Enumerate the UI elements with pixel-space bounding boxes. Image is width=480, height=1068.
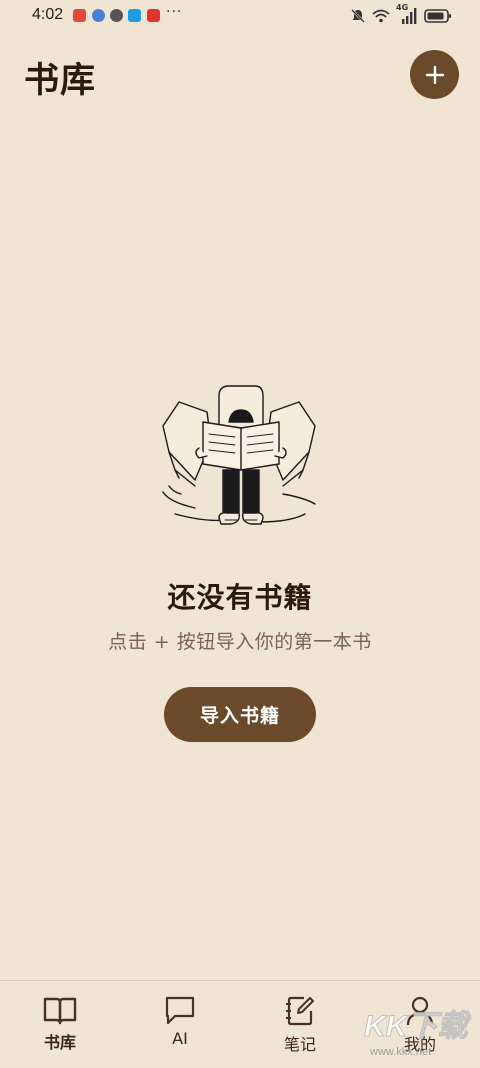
watermark-url: www.kkx.net: [370, 1046, 432, 1058]
status-time: 4:02: [32, 6, 64, 23]
more-notifications-icon: ···: [166, 4, 183, 20]
wifi-icon: [372, 9, 390, 23]
page-title: 书库: [24, 61, 97, 101]
add-book-button[interactable]: [410, 50, 459, 99]
plus-icon: [425, 65, 444, 84]
empty-state-title: 还没有书籍: [167, 581, 313, 614]
nav-label: 书库: [43, 1033, 76, 1052]
wechat-notification-icon: [110, 9, 123, 22]
status-bar: 4:02 ··· 4G: [0, 0, 480, 32]
nav-label: 笔记: [283, 1035, 316, 1054]
cellular-signal-icon: 4G: [396, 3, 418, 25]
search-app-notification-icon: [128, 9, 141, 22]
import-books-button[interactable]: 导入书籍: [164, 687, 316, 742]
nav-item-ai[interactable]: AI: [140, 995, 220, 1048]
chat-bubble-icon: [165, 996, 195, 1025]
watermark: KK下载 www.kkx.net: [364, 1010, 474, 1064]
book-open-icon: [43, 997, 77, 1025]
nav-label: AI: [172, 1029, 188, 1048]
battery-icon: [424, 9, 451, 23]
nav-item-library[interactable]: 书库: [20, 995, 100, 1053]
empty-state-subtitle: 点击 + 按钮导入你的第一本书: [108, 631, 372, 653]
app-notification-icon: [147, 9, 160, 22]
nav-item-notes[interactable]: 笔记: [260, 995, 340, 1055]
mute-bell-icon: [351, 9, 365, 23]
app-notification-icon: [73, 9, 86, 22]
notebook-pen-icon: [286, 996, 314, 1026]
app-notification-icon: [92, 9, 105, 22]
watermark-text: KK下载: [364, 1010, 468, 1043]
reading-person-illustration: [162, 385, 316, 525]
